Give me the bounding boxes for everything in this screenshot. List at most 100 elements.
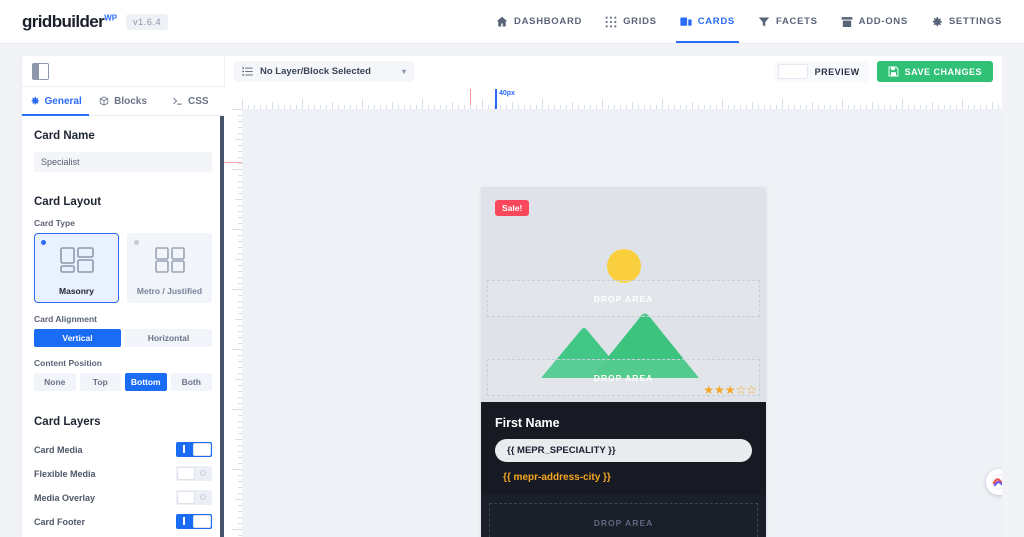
panel-tabs: General Blocks CSS (22, 87, 224, 116)
alignment-vertical-button[interactable]: Vertical (34, 329, 121, 347)
layer-row-media-overlay: Media Overlay (34, 486, 212, 509)
gear-icon (931, 16, 943, 28)
layer-row-card-media: Card Media (34, 438, 212, 461)
tab-general[interactable]: General (22, 87, 90, 116)
card-type-options: Masonry Metro / Justified (34, 233, 212, 303)
card-alignment-group: Vertical Horizontal (34, 329, 212, 347)
card-media-layer[interactable]: Sale! DROP AREA DROP AREA ★★★☆☆ (481, 187, 766, 402)
card-type-label-metro: Metro / Justified (136, 286, 203, 296)
card-type-label: Card Type (34, 218, 75, 228)
toggle-media-overlay[interactable] (176, 490, 212, 505)
app-logo[interactable]: gridbuilderWP v1.6.4 (22, 12, 169, 32)
content-position-label: Content Position (34, 358, 102, 368)
card-layout-heading: Card Layout (34, 196, 102, 208)
star-rating: ★★★☆☆ (703, 383, 757, 397)
token-pill-speciality[interactable]: {{ MEPR_SPECIALITY }} (495, 439, 752, 462)
card-layers-heading: Card Layers (34, 416, 101, 428)
save-icon (888, 66, 899, 77)
vertical-ruler[interactable] (224, 109, 242, 537)
logo-wordmark: gridbuilder (22, 11, 105, 31)
nav-label: DASHBOARD (514, 16, 583, 27)
masonry-layout-icon (59, 234, 94, 286)
nav-label: ADD-ONS (858, 16, 908, 27)
logo-superscript: WP (104, 12, 118, 22)
card-alignment-label: Card Alignment (34, 314, 97, 324)
card-content-layer: First Name {{ MEPR_SPECIALITY }} {{ mepr… (481, 402, 766, 495)
content-position-both-button[interactable]: Both (170, 373, 212, 391)
layer-label: Card Media (34, 444, 83, 455)
content-position-group: None Top Bottom Both (34, 373, 212, 391)
preview-toggle-knob (777, 64, 808, 79)
version-badge: v1.6.4 (126, 13, 169, 30)
metro-layout-icon (154, 234, 185, 286)
top-admin-bar: gridbuilderWP v1.6.4 DASHBOARD GRIDS CAR… (0, 0, 1024, 44)
alignment-horizontal-button[interactable]: Horizontal (125, 329, 212, 347)
layer-row-card-footer: Card Footer (34, 510, 212, 533)
blue-guide-marker (495, 89, 497, 109)
card-type-masonry[interactable]: Masonry (34, 233, 119, 303)
save-changes-button[interactable]: SAVE CHANGES (876, 61, 993, 82)
tab-label: General (44, 95, 82, 107)
red-guide-line (224, 162, 242, 163)
preview-label: PREVIEW (814, 66, 860, 77)
drop-area-footer[interactable]: DROP AREA (489, 503, 758, 537)
tab-blocks[interactable]: Blocks (89, 87, 156, 115)
save-button-label: SAVE CHANGES (904, 66, 982, 77)
content-position-none-button[interactable]: None (34, 373, 76, 391)
nav-label: GRIDS (623, 16, 657, 27)
nav-label: SETTINGS (948, 16, 1002, 27)
nav-item-facets[interactable]: FACETS (758, 0, 818, 43)
gear-icon (31, 96, 39, 105)
cards-icon (680, 16, 692, 28)
card-name-input[interactable] (34, 152, 212, 172)
panel-collapse-icon[interactable] (32, 62, 49, 80)
card-preview[interactable]: Sale! DROP AREA DROP AREA ★★★☆☆ First Na… (481, 187, 766, 537)
tab-label: Blocks (114, 95, 147, 107)
ruler-guide-label: 40px (499, 90, 515, 97)
layer-label: Card Footer (34, 516, 86, 527)
layer-row-flexible-media: Flexible Media (34, 462, 212, 485)
card-type-metro[interactable]: Metro / Justified (127, 233, 212, 303)
toolbar-actions: PREVIEW SAVE CHANGES (774, 61, 993, 82)
content-position-top-button[interactable]: Top (79, 373, 121, 391)
nav-item-cards[interactable]: CARDS (675, 0, 740, 43)
top-navigation: DASHBOARD GRIDS CARDS FACETS ADD-ONS SET… (496, 0, 1002, 43)
canvas-viewport[interactable]: 40px Sale! DROP AREA DROP AREA ★★★☆☆ Fir… (224, 87, 1002, 537)
radio-selected-icon (41, 240, 46, 245)
preview-toggle[interactable]: PREVIEW (774, 61, 869, 82)
horizontal-ruler[interactable]: 40px (242, 87, 1002, 109)
card-type-label-masonry: Masonry (59, 286, 94, 296)
token-address-city: {{ mepr-address-city }} (503, 472, 611, 483)
canvas-stage[interactable]: Sale! DROP AREA DROP AREA ★★★☆☆ First Na… (224, 109, 1002, 537)
toggle-flexible-media[interactable] (176, 466, 212, 481)
tab-label: CSS (188, 95, 209, 107)
layer-select-value: No Layer/Block Selected (260, 66, 371, 77)
panel-header (22, 56, 224, 87)
box-icon (841, 16, 853, 28)
home-icon (496, 16, 508, 28)
canvas-area: No Layer/Block Selected ▾ PREVIEW SAVE C… (224, 56, 1002, 537)
nav-item-settings[interactable]: SETTINGS (931, 0, 1002, 43)
layer-label: Media Overlay (34, 492, 96, 503)
card-footer-layer: DROP AREA (481, 495, 766, 537)
nav-item-addons[interactable]: ADD-ONS (841, 0, 908, 43)
radio-unselected-icon (134, 240, 139, 245)
nav-item-dashboard[interactable]: DASHBOARD (496, 0, 582, 43)
logo-text: gridbuilderWP (22, 12, 117, 32)
funnel-icon (758, 16, 770, 28)
canvas-toolbar: No Layer/Block Selected ▾ PREVIEW SAVE C… (224, 56, 1002, 87)
content-position-bottom-button[interactable]: Bottom (125, 373, 167, 391)
chevron-down-icon: ▾ (401, 67, 406, 76)
drop-area-media-top[interactable]: DROP AREA (487, 280, 760, 317)
content-title: First Name (495, 416, 560, 430)
list-icon (242, 67, 253, 76)
toggle-card-footer[interactable] (176, 514, 212, 529)
cube-icon (99, 96, 109, 106)
panel-body: Card Name Card Layout Card Type (22, 116, 224, 537)
nav-item-grids[interactable]: GRIDS (605, 0, 657, 43)
placeholder-sun-icon (606, 249, 641, 283)
terminal-icon (173, 97, 182, 105)
layer-block-select[interactable]: No Layer/Block Selected ▾ (234, 61, 414, 82)
tab-css[interactable]: CSS (157, 87, 224, 115)
toggle-card-media[interactable] (176, 442, 212, 457)
